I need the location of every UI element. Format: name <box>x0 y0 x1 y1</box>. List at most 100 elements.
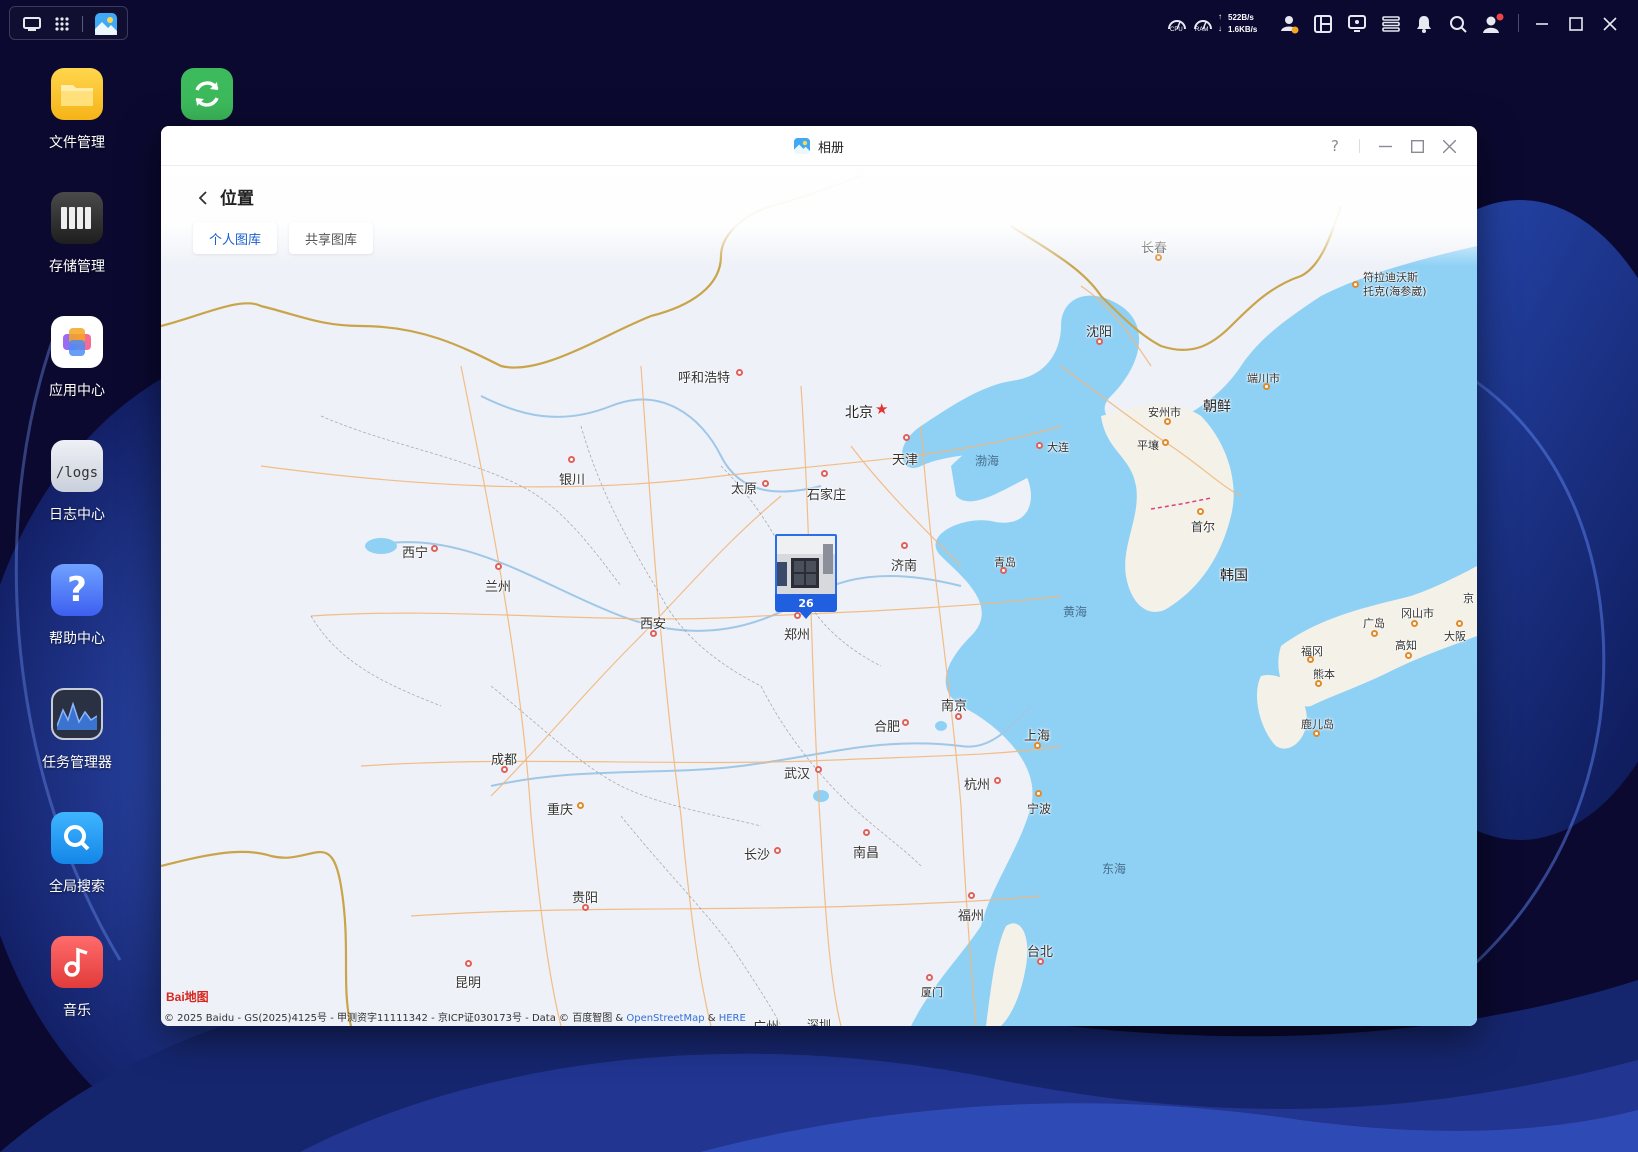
help-icon: ? <box>51 564 103 616</box>
city-marker <box>1197 508 1204 515</box>
user-badge-icon[interactable] <box>1278 13 1300 35</box>
app-center-icon <box>51 316 103 368</box>
map-label: 冈山市 <box>1401 607 1434 620</box>
city-marker <box>1456 620 1463 627</box>
desktop-icon-log-center[interactable]: /logs 日志中心 <box>17 440 137 524</box>
desktop-icon-file-manager[interactable]: 文件管理 <box>17 68 137 152</box>
map-label: 呼和浩特 <box>678 371 731 386</box>
city-marker <box>901 542 908 549</box>
app-grid-icon[interactable] <box>52 14 72 34</box>
monitor-icon[interactable] <box>1346 13 1368 35</box>
cpu-label: CPU <box>1170 27 1183 33</box>
photo-cluster-marker[interactable]: 26 <box>775 534 837 619</box>
window-title: 相册 <box>817 140 844 156</box>
help-button[interactable]: ? <box>1325 136 1345 156</box>
city-marker <box>1313 730 1320 737</box>
city-marker <box>1034 742 1041 749</box>
map-label: 南京 <box>941 699 968 714</box>
city-marker <box>577 802 584 809</box>
desktop-icon-storage-manager[interactable]: 存储管理 <box>17 192 137 276</box>
folder-icon <box>51 68 103 120</box>
map-label: 郑州 <box>784 628 811 643</box>
desktop-icon-task-manager[interactable]: 任务管理器 <box>17 688 137 772</box>
divider <box>1518 14 1519 32</box>
page-header: 位置 个人图库 共享图库 <box>161 166 1477 266</box>
map-label: 太原 <box>731 482 758 497</box>
map-label: 西宁 <box>402 546 429 561</box>
maximize-icon[interactable] <box>1565 13 1587 35</box>
capital-star-icon: ★ <box>875 400 889 418</box>
show-desktop-icon[interactable] <box>22 14 42 34</box>
map-label: 渤海 <box>975 454 1000 468</box>
settings-panel-icon[interactable] <box>1380 13 1402 35</box>
map-label: 黄海 <box>1063 605 1088 619</box>
city-marker <box>968 892 975 899</box>
maximize-button[interactable] <box>1407 136 1427 156</box>
divider <box>1359 139 1360 153</box>
map-label: 广岛 <box>1363 617 1385 630</box>
city-marker <box>1352 281 1359 288</box>
help-glyph: ? <box>67 570 87 610</box>
here-link[interactable]: HERE <box>719 1013 746 1024</box>
window-titlebar[interactable]: 相册 ? <box>161 126 1477 166</box>
map-attribution: © 2025 Baidu - GS(2025)4125号 - 甲测资字11111… <box>164 1009 746 1024</box>
map-label: 天津 <box>892 453 919 468</box>
minimize-icon[interactable] <box>1531 13 1553 35</box>
city-marker <box>774 847 781 854</box>
photo-thumbnail <box>775 534 837 596</box>
desktop-icon-global-search[interactable]: 全局搜索 <box>17 812 137 896</box>
desktop-icon-label: 应用中心 <box>49 383 105 399</box>
download-speed: 1.6KB/s <box>1228 25 1258 34</box>
attribution-text: © 2025 Baidu - GS(2025)4125号 - 甲测资字11111… <box>164 1013 627 1024</box>
city-marker <box>1371 630 1378 637</box>
map-label: 长沙 <box>744 848 771 863</box>
map-label: 重庆 <box>547 803 574 818</box>
desktop-icon-label: 帮助中心 <box>49 631 105 647</box>
openstreetmap-link[interactable]: OpenStreetMap <box>626 1013 704 1024</box>
city-marker <box>1035 790 1042 797</box>
city-marker <box>1000 567 1007 574</box>
map-view[interactable]: 长春 符拉迪沃斯 托克(海参崴) 沈阳 端川市 呼和浩特 北京 ★ 安州市 朝鲜… <box>161 166 1477 1026</box>
baidu-map-logo: Bai地图 <box>166 990 209 1004</box>
map-label: 韩国 <box>1220 568 1248 584</box>
bell-icon[interactable] <box>1413 13 1435 35</box>
widgets-icon[interactable] <box>1312 13 1334 35</box>
city-marker <box>903 434 910 441</box>
city-marker <box>1036 442 1043 449</box>
search-icon[interactable] <box>1447 13 1469 35</box>
desktop-icon-label: 日志中心 <box>49 507 105 523</box>
desktop-icon-sync[interactable] <box>147 68 267 120</box>
city-marker <box>955 713 962 720</box>
desktop-icon-label: 音乐 <box>63 1003 91 1019</box>
upload-speed: 522B/s <box>1228 13 1254 22</box>
back-button[interactable] <box>195 186 211 210</box>
map-label: 兰州 <box>485 580 512 595</box>
minimize-button[interactable] <box>1375 136 1395 156</box>
map-label: 平壤 <box>1137 439 1159 452</box>
city-marker <box>1162 439 1169 446</box>
tab-shared-library[interactable]: 共享图库 <box>289 222 374 254</box>
map-label: 北京 <box>845 405 873 421</box>
storage-icon <box>51 192 103 244</box>
map-label: 安州市 <box>1148 406 1181 419</box>
map-label: 东海 <box>1102 862 1127 876</box>
tab-personal-library[interactable]: 个人图库 <box>193 222 278 254</box>
window-title-group: 相册 <box>161 126 1477 166</box>
photos-app-icon[interactable] <box>94 12 118 36</box>
desktop-icon-music[interactable]: 音乐 <box>17 936 137 1020</box>
desktop-icon-app-center[interactable]: 应用中心 <box>17 316 137 400</box>
map-label: 福州 <box>958 909 985 924</box>
account-icon[interactable] <box>1481 12 1505 36</box>
desktop-icon-label: 任务管理器 <box>42 755 112 771</box>
close-button[interactable] <box>1439 136 1459 156</box>
launcher-group <box>9 6 128 40</box>
close-icon[interactable] <box>1599 13 1621 35</box>
map-label: 高知 <box>1395 639 1417 652</box>
city-marker <box>465 960 472 967</box>
taskbar: CPU RAM ↑ 522B/s ↓ 1.6KB/s <box>0 0 1638 46</box>
map-label: 济南 <box>891 559 918 574</box>
map-label: 杭州 <box>964 778 991 793</box>
chevron-left-icon <box>198 191 207 205</box>
desktop-icon-help-center[interactable]: ? 帮助中心 <box>17 564 137 648</box>
map-label: 合肥 <box>874 720 901 735</box>
